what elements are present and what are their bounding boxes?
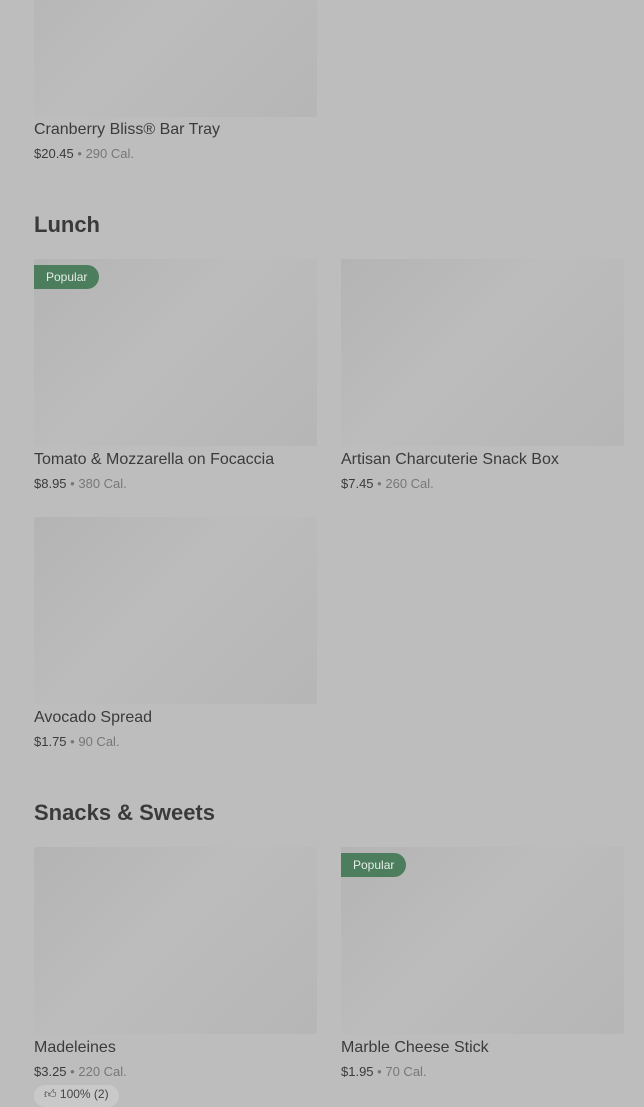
item-image[interactable] — [341, 259, 624, 446]
item-calories: 90 Cal. — [78, 734, 120, 749]
item-name: Tomato & Mozzarella on Focaccia — [34, 451, 275, 468]
separator: • — [377, 476, 382, 491]
item-price: $3.25 — [34, 1064, 67, 1079]
item-calories: 260 Cal. — [385, 476, 434, 491]
item-calories: 220 Cal. — [78, 1064, 127, 1079]
item-meta: $7.45 • 260 Cal. — [341, 476, 434, 491]
item-name: Marble Cheese Stick — [341, 1039, 489, 1056]
section-title-lunch: Lunch — [34, 212, 100, 237]
item-image[interactable]: Popular — [34, 259, 317, 446]
separator: • — [70, 476, 75, 491]
rating-value: 100% (2) — [59, 1087, 109, 1101]
separator: • — [377, 1064, 382, 1079]
thumbs-up-icon: 👍︎ — [44, 1087, 57, 1101]
item-price: $1.95 — [341, 1064, 374, 1079]
item-meta: $8.95 • 380 Cal. — [34, 476, 127, 491]
item-calories: 380 Cal. — [78, 476, 127, 491]
item-meta: $1.75 • 90 Cal. — [34, 734, 120, 749]
rating-badge: 👍︎ 100% (2) — [34, 1085, 119, 1107]
popular-badge: Popular — [341, 853, 407, 877]
item-meta: $3.25 • 220 Cal. — [34, 1064, 127, 1079]
item-calories: 290 Cal. — [85, 146, 134, 161]
separator: • — [77, 146, 82, 161]
item-name: Madeleines — [34, 1039, 116, 1056]
item-name: Avocado Spread — [34, 709, 153, 726]
separator: • — [70, 734, 75, 749]
item-price: $8.95 — [34, 476, 67, 491]
item-calories: 70 Cal. — [385, 1064, 427, 1079]
section-title-snacks-sweets: Snacks & Sweets — [34, 800, 215, 825]
item-price: $1.75 — [34, 734, 67, 749]
popular-badge: Popular — [34, 265, 100, 289]
item-meta: $1.95 • 70 Cal. — [341, 1064, 427, 1079]
item-meta: $20.45 • 290 Cal. — [34, 146, 134, 161]
separator: • — [70, 1064, 75, 1079]
item-price: $20.45 — [34, 146, 74, 161]
item-image[interactable] — [34, 517, 317, 704]
item-image[interactable] — [34, 847, 317, 1034]
item-name: Artisan Charcuterie Snack Box — [341, 451, 559, 468]
item-name: Cranberry Bliss® Bar Tray — [34, 121, 221, 138]
item-image[interactable] — [34, 0, 317, 117]
item-price: $7.45 — [341, 476, 374, 491]
item-image[interactable]: Popular — [341, 847, 624, 1034]
